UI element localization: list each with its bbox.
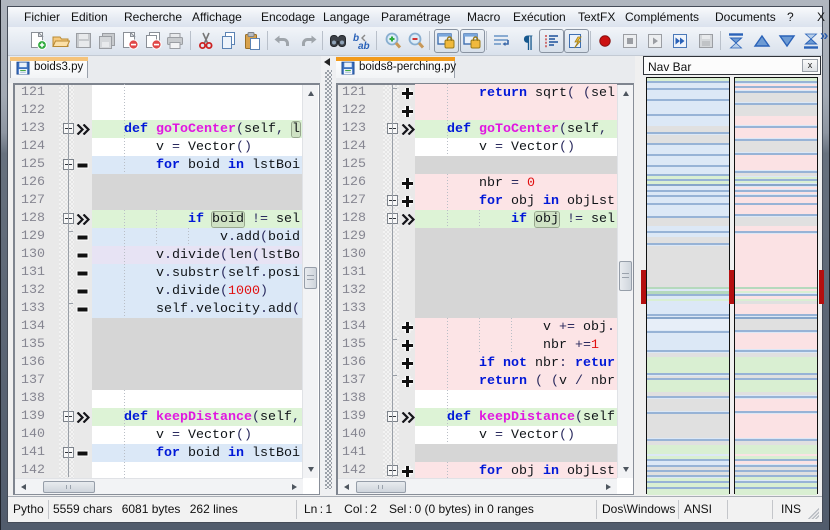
svg-text:ab: ab: [358, 41, 370, 50]
svg-text:¶: ¶: [523, 32, 533, 50]
